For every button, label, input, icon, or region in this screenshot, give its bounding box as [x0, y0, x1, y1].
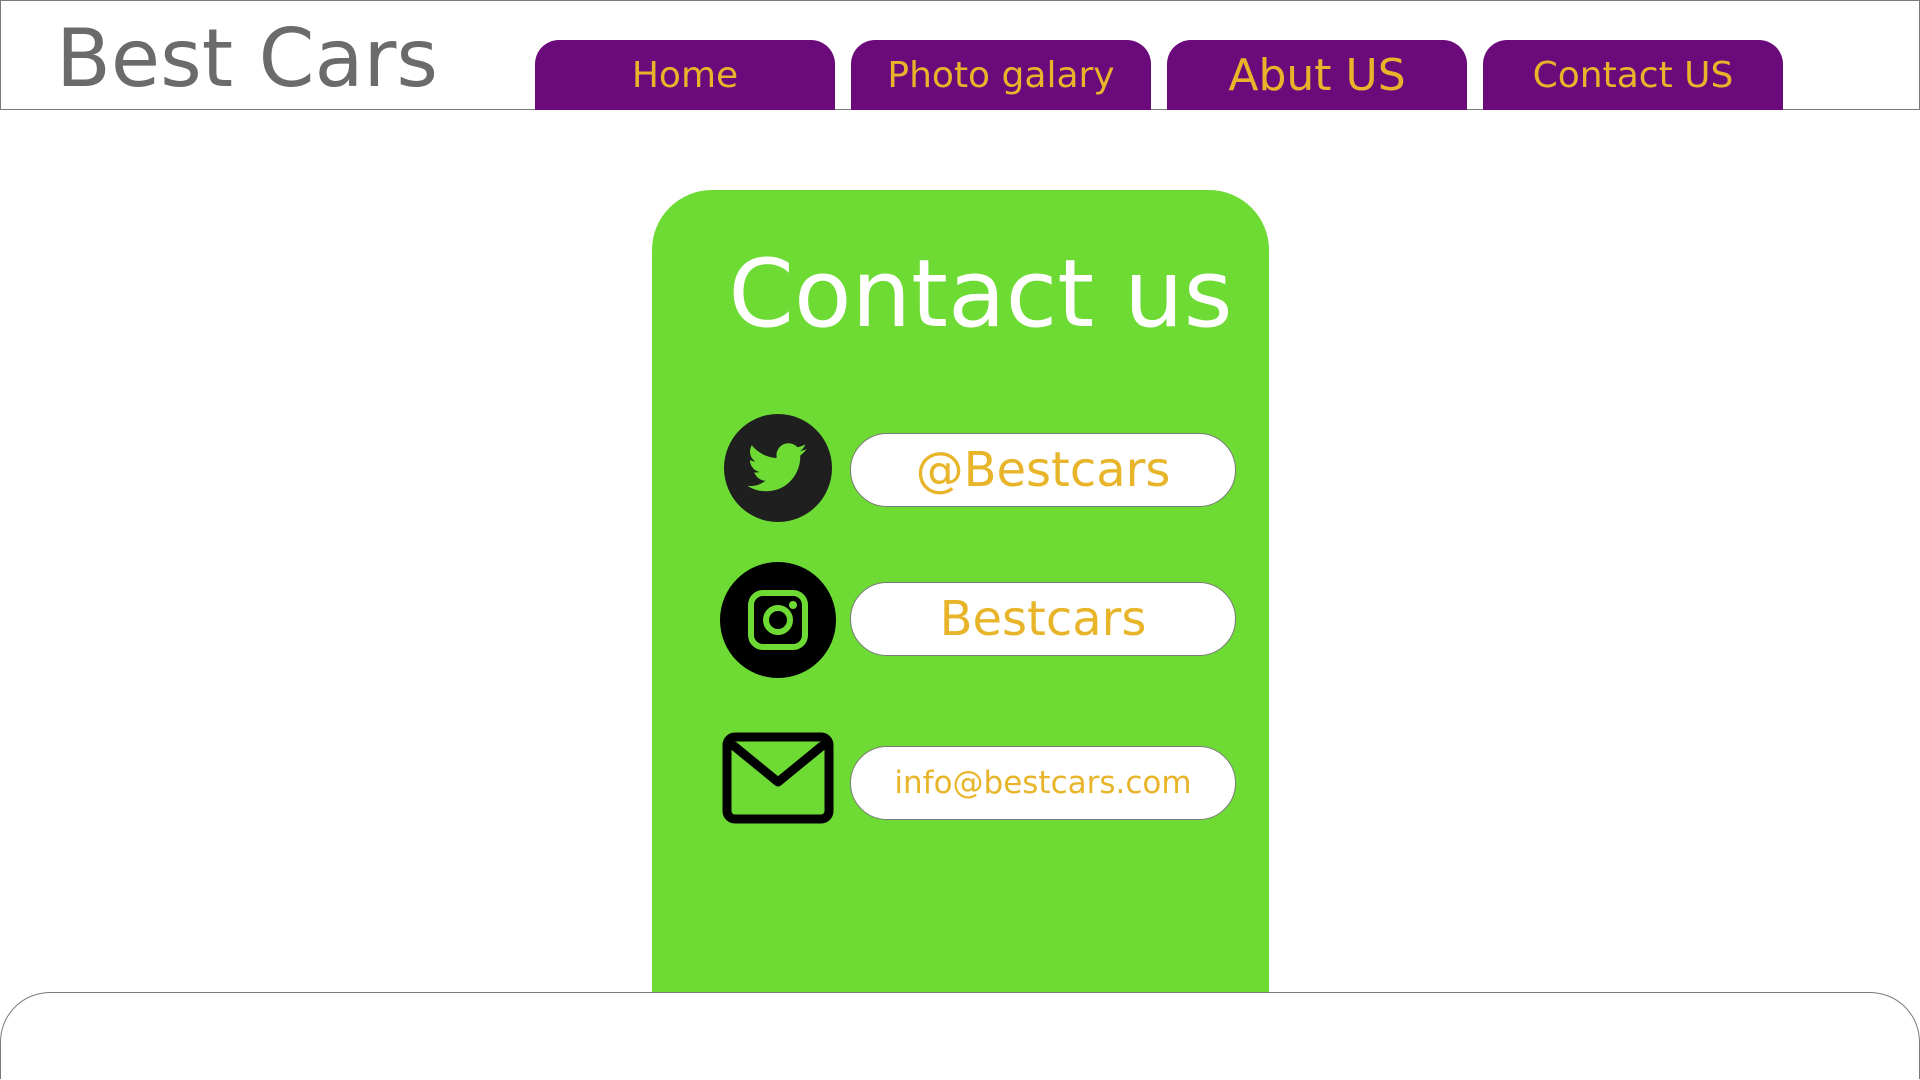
- tab-home[interactable]: Home: [535, 40, 835, 110]
- contact-row-instagram: Bestcars: [652, 562, 1269, 682]
- twitter-icon[interactable]: [724, 414, 832, 522]
- contact-row-email: info@bestcars.com: [652, 708, 1269, 828]
- tab-about-us-label: Abut US: [1228, 49, 1406, 101]
- email-address: info@bestcars.com: [894, 765, 1192, 801]
- contact-row-twitter: @Bestcars: [652, 408, 1269, 528]
- twitter-handle-field[interactable]: @Bestcars: [850, 433, 1236, 507]
- email-field[interactable]: info@bestcars.com: [850, 746, 1236, 820]
- twitter-handle: @Bestcars: [915, 442, 1171, 498]
- page: Best Cars Home Photo galary Abut US Cont…: [0, 0, 1920, 1080]
- tab-home-label: Home: [631, 54, 739, 96]
- contact-title: Contact us: [728, 240, 1233, 349]
- mail-icon[interactable]: [722, 732, 834, 824]
- site-header: Best Cars Home Photo galary Abut US Cont…: [0, 0, 1920, 110]
- instagram-icon[interactable]: [720, 562, 836, 678]
- tab-contact-us[interactable]: Contact US: [1483, 40, 1783, 110]
- tab-photo-galary[interactable]: Photo galary: [851, 40, 1151, 110]
- contact-card: Contact us @Bestcars Bestcars info@bestc…: [652, 190, 1269, 1002]
- twitter-bird-glyph: [748, 443, 807, 492]
- tab-about-us[interactable]: Abut US: [1167, 40, 1467, 110]
- instagram-handle-field[interactable]: Bestcars: [850, 582, 1236, 656]
- site-title: Best Cars: [56, 12, 439, 105]
- instagram-glyph: [748, 590, 808, 650]
- tab-contact-us-label: Contact US: [1532, 54, 1734, 96]
- tab-photo-galary-label: Photo galary: [887, 54, 1115, 96]
- site-footer: [0, 992, 1920, 1079]
- instagram-handle: Bestcars: [939, 591, 1147, 647]
